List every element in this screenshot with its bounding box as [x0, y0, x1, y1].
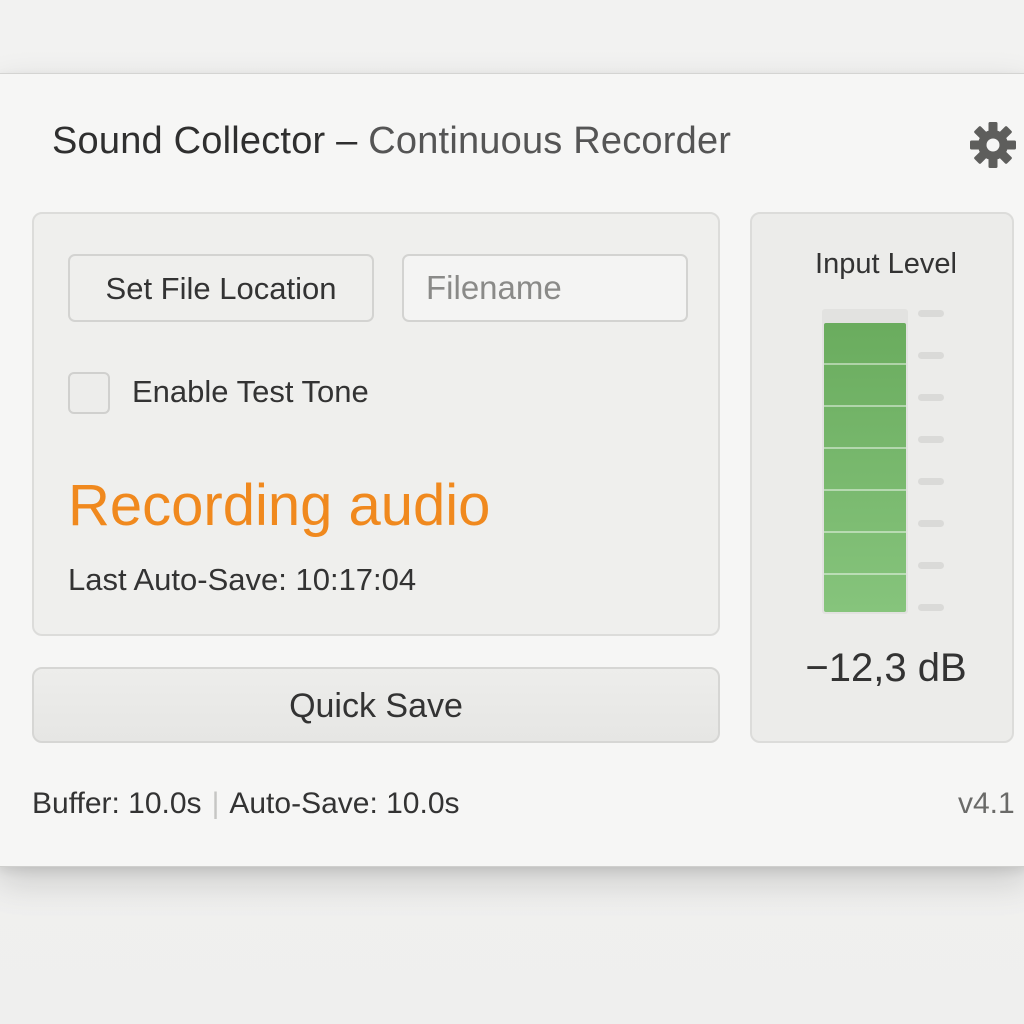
meter-segment-line — [824, 489, 906, 491]
input-level-panel: Input Level −12,3 dB — [750, 212, 1014, 743]
meter-segment-line — [824, 405, 906, 407]
meter-segment-line — [824, 363, 906, 365]
meter-segment-line — [824, 447, 906, 449]
input-level-title: Input Level — [815, 248, 957, 280]
meter-tick — [918, 310, 944, 317]
footer-autosave-text: Auto-Save: 10.0s — [229, 787, 460, 820]
buffer-text: Buffer: 10.0s — [32, 787, 202, 820]
db-readout: −12,3 dB — [805, 646, 967, 690]
title-dash: – — [325, 120, 369, 162]
footer-info: Buffer: 10.0s | Auto-Save: 10.0s — [32, 787, 460, 821]
window-title: Sound Collector – Continuous Recorder — [52, 120, 731, 163]
filename-input[interactable] — [402, 254, 688, 322]
meter-tick — [918, 604, 944, 611]
meter-tick — [918, 478, 944, 485]
title-sub: Continuous Recorder — [368, 120, 732, 162]
set-file-location-button[interactable]: Set File Location — [68, 254, 374, 322]
controls-panel: Set File Location Enable Test Tone Recor… — [32, 212, 720, 636]
footer-separator: | — [211, 787, 220, 820]
meter-tick — [918, 394, 944, 401]
meter-tick — [918, 520, 944, 527]
meter-segment-line — [824, 573, 906, 575]
last-autosave-text: Last Auto-Save: 10:17:04 — [68, 562, 417, 597]
test-tone-checkbox[interactable] — [68, 372, 110, 414]
title-main: Sound Collector — [52, 120, 326, 162]
quick-save-button[interactable]: Quick Save — [32, 667, 720, 743]
meter-tick — [918, 562, 944, 569]
app-window: Sound Collector – Continuous Recorder Se… — [0, 73, 1024, 867]
gear-icon[interactable] — [968, 120, 1018, 170]
meter-segment-line — [824, 531, 906, 533]
version-label: v4.1 — [958, 787, 1015, 820]
test-tone-label: Enable Test Tone — [132, 374, 369, 409]
level-meter-fill — [824, 323, 906, 612]
level-meter — [822, 309, 908, 614]
meter-tick — [918, 436, 944, 443]
recording-status: Recording audio — [68, 473, 491, 538]
meter-tick — [918, 352, 944, 359]
